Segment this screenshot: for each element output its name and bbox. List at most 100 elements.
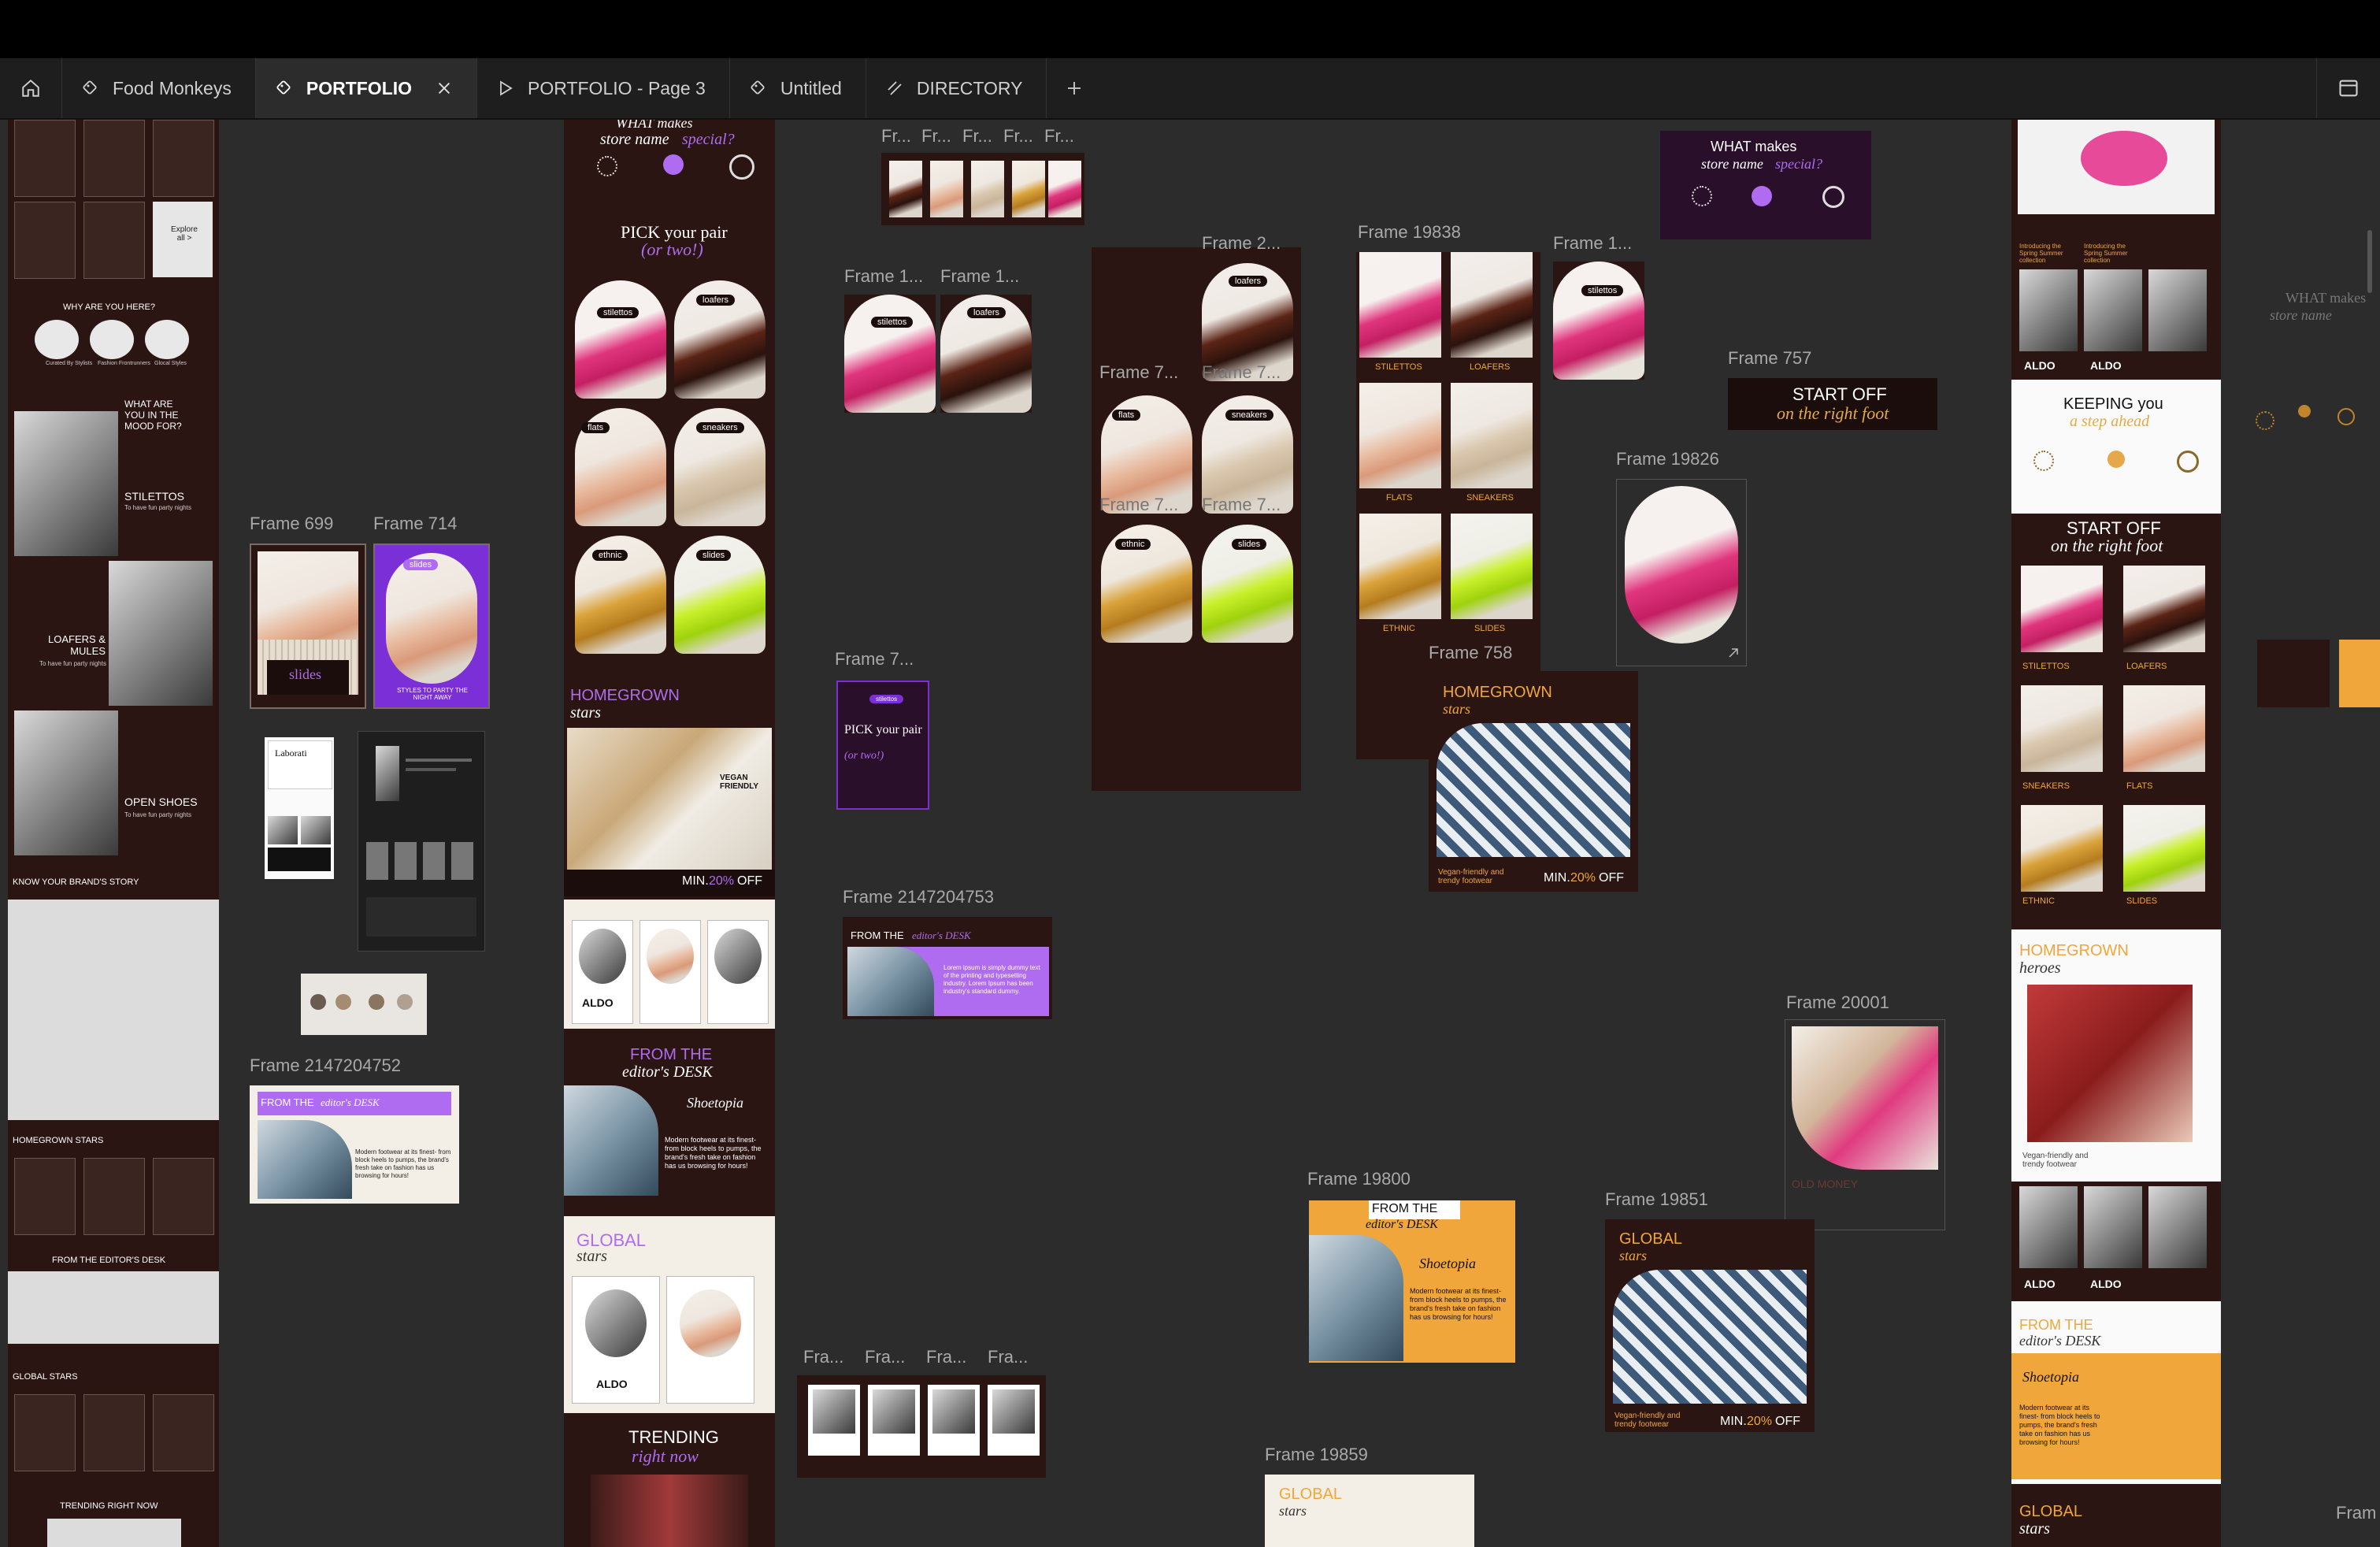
frame-label[interactable]: Frame 7... (835, 649, 914, 670)
brand-card[interactable] (707, 920, 769, 1024)
mobile-design-long[interactable]: WHAT makes store name special? PICK your… (564, 120, 775, 1547)
global-photo (1613, 1270, 1807, 1404)
brand-photo (714, 929, 762, 984)
tab-label: Untitled (780, 77, 842, 98)
frame-label[interactable]: Fr... (881, 126, 911, 147)
brand-card[interactable] (666, 1276, 754, 1404)
brand-card[interactable]: ALDO (572, 920, 633, 1024)
slash-icon (888, 81, 902, 95)
price-text: OFF (1599, 871, 1624, 885)
tab-directory[interactable]: DIRECTORY (866, 58, 1047, 118)
home-button[interactable] (0, 58, 62, 118)
design-canvas[interactable]: Explore all > WHY ARE YOU HERE? Curated … (0, 120, 2380, 1547)
scrollbar-thumb[interactable] (2367, 230, 2372, 293)
frame-2147204753[interactable]: FROM THE editor's DESK Lorem ipsum is si… (843, 917, 1052, 1019)
frame-label[interactable]: Frame 19838 (1358, 222, 1461, 243)
logo-text: Laborati (275, 748, 307, 759)
explore-link[interactable]: Explore all > (169, 225, 200, 243)
shoe-shape (2081, 131, 2167, 186)
signature: Shoetopia (687, 1095, 743, 1111)
wire-box (14, 120, 76, 197)
frame-fashion-site[interactable] (358, 731, 485, 952)
frame-label[interactable]: Frame 699 (250, 514, 333, 534)
frame-label[interactable]: Frame 7... (1202, 495, 1281, 515)
frame-label[interactable]: Frame 757 (1728, 348, 1811, 369)
frame-label[interactable]: Frame 19800 (1307, 1169, 1411, 1189)
frame-label[interactable]: Fra... (926, 1347, 966, 1367)
frame-19800[interactable]: FROM THE editor's DESK Shoetopia Modern … (1309, 1200, 1515, 1363)
tab-food-monkeys[interactable]: Food Monkeys (62, 58, 256, 118)
pill-tag: stilettos (869, 695, 904, 703)
banner-text: editor's DESK (912, 929, 971, 941)
frame-strip-shoes[interactable] (881, 153, 1084, 225)
frame-758[interactable]: HOMEGROWN stars Vegan-friendly and trend… (1429, 671, 1638, 892)
frame-label[interactable]: Frame 20001 (1786, 992, 1889, 1013)
explore-card[interactable]: Explore all > (153, 202, 213, 277)
frame-label[interactable]: Fr... (962, 126, 992, 147)
wireframe-column[interactable]: Explore all > WHY ARE YOU HERE? Curated … (8, 120, 219, 1547)
frame-label[interactable]: Fra... (803, 1347, 843, 1367)
frame-label[interactable]: Frame 7... (1099, 362, 1178, 383)
frame-label[interactable]: Frame 19826 (1616, 449, 1719, 469)
product-oval-stilettos[interactable] (575, 280, 666, 399)
frame-label[interactable]: Frame 19851 (1605, 1189, 1708, 1210)
target-icon (729, 154, 754, 180)
frame-label[interactable]: Fr... (1044, 126, 1074, 147)
swatch-orange[interactable] (2339, 640, 2380, 707)
frame-label[interactable]: Frame 2147204752 (250, 1055, 401, 1076)
sidebar-toggle-button[interactable] (2316, 58, 2380, 118)
card (808, 1385, 860, 1456)
frame-1b[interactable]: loafers (940, 295, 1032, 413)
frame-714[interactable]: slides STYLES TO PARTY THE NIGHT AWAY (373, 543, 490, 709)
close-icon[interactable] (436, 80, 453, 97)
frame-label[interactable]: Frame 1... (940, 266, 1019, 287)
component-icon (83, 80, 97, 95)
frame-1a[interactable]: stilettos (844, 295, 936, 413)
tab-untitled[interactable]: Untitled (730, 58, 866, 118)
new-tab-button[interactable] (1047, 58, 1102, 118)
frame-label[interactable]: Frame 714 (373, 514, 457, 534)
tab-portfolio-page3[interactable]: PORTFOLIO - Page 3 (477, 58, 730, 118)
frame-7a[interactable]: stilettos PICK your pair (or two!) (836, 681, 929, 810)
hero-photo (2018, 120, 2215, 214)
frame-19826[interactable] (1616, 479, 1747, 666)
frame-label[interactable]: Frame 1... (1553, 233, 1632, 254)
product-tile (1451, 383, 1533, 488)
frame-label[interactable]: Frame 7... (1099, 495, 1178, 515)
play-icon (500, 80, 513, 96)
frame-699[interactable]: slides (250, 543, 366, 709)
brand-card[interactable]: ALDO (572, 1276, 660, 1404)
frame-757[interactable]: START OFF on the right foot (1728, 378, 1937, 430)
frame-label[interactable]: Fr... (1003, 126, 1033, 147)
frame-20001[interactable]: OLD MONEY (1785, 1019, 1945, 1230)
brand-card[interactable] (639, 920, 701, 1024)
frame-group-7[interactable]: loafers flats sneakers ethnic slides (1092, 247, 1301, 791)
frame-label[interactable]: Frame 1... (844, 266, 923, 287)
frame-label[interactable]: Fr... (921, 126, 951, 147)
frame-label[interactable]: Fra... (865, 1347, 905, 1367)
frame-label[interactable]: Frame 2... (1202, 233, 1281, 254)
frame-mini-strip[interactable] (301, 974, 427, 1035)
frame-label[interactable]: Fra... (988, 1347, 1028, 1367)
mobile-design-right[interactable]: Introducing the Spring Summer collection… (2011, 120, 2221, 1547)
wire-box (153, 120, 214, 197)
frame-1c[interactable]: stilettos (1553, 262, 1644, 380)
frame-label[interactable]: Frame 758 (1429, 643, 1512, 663)
brand-cards: ALDO (564, 900, 775, 1029)
homegrown-photo (567, 728, 772, 870)
frame-label[interactable]: Frame 2147204753 (843, 887, 994, 907)
frame-label[interactable]: Frame 7... (1202, 362, 1281, 383)
frame-label[interactable]: Fram (2336, 1503, 2376, 1523)
editor-photo (564, 1085, 658, 1196)
section-title: editor's DESK (622, 1063, 713, 1081)
frame-2147204752[interactable]: FROM THE editor's DESK Modern footwear a… (250, 1085, 459, 1204)
swatch-dark[interactable] (2257, 640, 2330, 707)
frame-what-makes[interactable]: WHAT makes store name special? (1660, 131, 1871, 239)
frame-leporatti[interactable]: Laborati (265, 737, 334, 879)
tab-portfolio[interactable]: PORTFOLIO (255, 58, 478, 118)
frame-19859[interactable]: GLOBAL stars (1265, 1475, 1474, 1547)
frame-label[interactable]: Frame 19859 (1265, 1445, 1368, 1465)
pill-tag: loafers (696, 295, 736, 306)
frame-fra-strip[interactable] (797, 1375, 1046, 1478)
frame-19851[interactable]: GLOBAL stars Vegan-friendly and trendy f… (1605, 1219, 1815, 1432)
